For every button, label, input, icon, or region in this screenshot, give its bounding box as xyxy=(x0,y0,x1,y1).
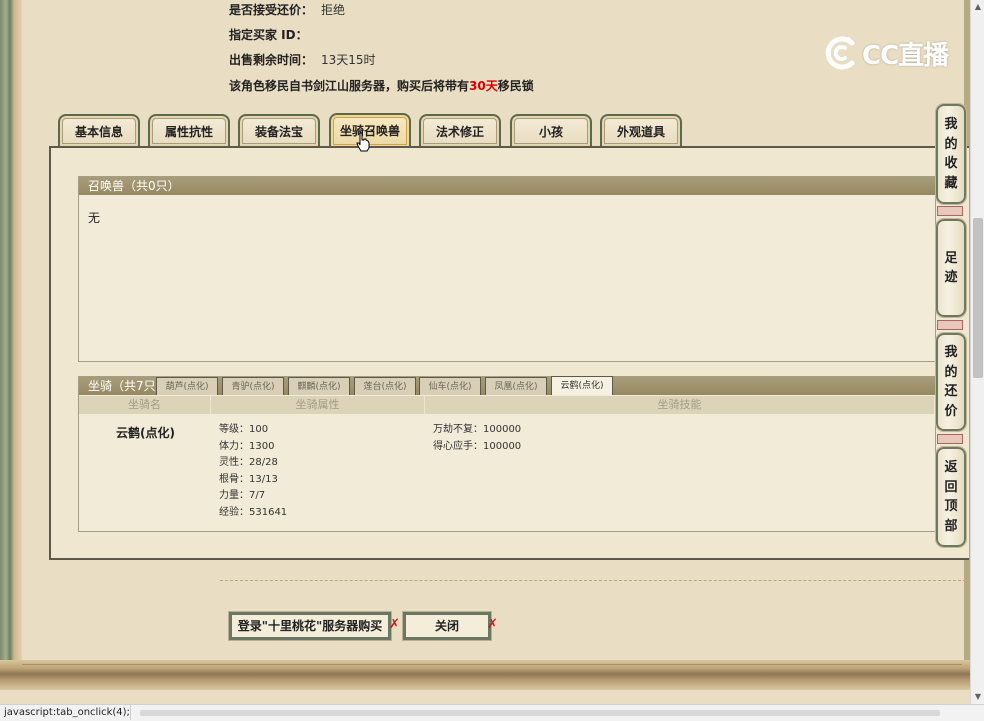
mount-tab-fenghuang[interactable]: 凤凰(点化) xyxy=(485,377,547,395)
tab-appearance-items[interactable]: 外观道具 xyxy=(600,114,682,146)
tab-equipment[interactable]: 装备法宝 xyxy=(238,114,320,146)
close-button-x-icon: ✗ xyxy=(487,617,498,632)
logo-text: CC直播 xyxy=(862,40,949,71)
side-nav-connector xyxy=(937,206,963,216)
migration-prefix: 该角色移民自书剑江山服务器，购买后将带有 xyxy=(229,79,470,93)
buy-button-x-icon: ✗ xyxy=(389,617,400,632)
summon-section: 召唤兽（共0只） xyxy=(78,176,936,362)
accept-counter-row: 是否接受还价： 拒绝 xyxy=(229,2,345,18)
side-nav-favorites-char: 的 xyxy=(944,136,958,152)
horizontal-scrollbar[interactable] xyxy=(140,710,940,716)
mount-tab-yunhe[interactable]: 云鹤(点化) xyxy=(551,376,613,395)
tab-children[interactable]: 小孩 xyxy=(510,114,592,146)
divider xyxy=(220,580,966,581)
mount-skill-list: 万劫不复：100000 得心应手：100000 xyxy=(433,422,521,455)
accept-counter-label: 是否接受还价： xyxy=(229,3,314,17)
scroll-up-icon[interactable]: ▲ xyxy=(971,0,984,14)
buyer-id-row: 指定买家 ID： xyxy=(229,27,316,43)
window-frame-left xyxy=(0,0,22,690)
buyer-id-label: 指定买家 ID： xyxy=(229,28,308,42)
side-nav-favorites-char: 收 xyxy=(944,156,958,171)
mount-attr-level: 等级：100 xyxy=(219,424,269,435)
window-frame-bottom xyxy=(0,660,970,690)
mount-skill-1: 万劫不复：100000 xyxy=(433,424,522,435)
mount-skill-2: 得心应手：100000 xyxy=(433,440,522,452)
side-nav-top-char: 部 xyxy=(944,518,958,534)
scroll-thumb[interactable] xyxy=(973,218,983,378)
cc-logo-icon xyxy=(825,36,855,70)
side-nav-footprints-char: 足 xyxy=(944,250,958,266)
status-bar: javascript:tab_onclick(4); xyxy=(0,704,984,721)
col-mount-attributes: 坐骑属性 xyxy=(211,396,425,414)
side-nav-top-char: 返 xyxy=(944,460,958,475)
time-left-row: 出售剩余时间： 13天15时 xyxy=(229,52,376,68)
side-nav-back-to-top[interactable]: 返 回 顶 部 xyxy=(935,446,967,548)
migration-days: 30天 xyxy=(469,79,498,93)
tab-spell-correction[interactable]: 法术修正 xyxy=(419,114,501,146)
mount-header-bar: 坐骑（共7只） 葫芦(点化) 青驴(点化) 麒麟(点化) 莲台(点化) 仙车(点… xyxy=(79,376,935,395)
status-text: javascript:tab_onclick(4); xyxy=(0,705,131,720)
mount-attr-exp: 经验：531641 xyxy=(219,506,288,518)
side-nav-counteroffers-char: 的 xyxy=(944,364,958,380)
side-nav-counteroffers-char: 我 xyxy=(944,345,958,360)
mount-tab-liantai[interactable]: 莲台(点化) xyxy=(354,377,416,395)
mount-attribute-list: 等级：100 体力：1300 灵性：28/28 根骨：13/13 力量：7/7 … xyxy=(219,422,287,521)
side-nav-top-char: 回 xyxy=(944,479,958,495)
mount-attr-stamina: 体力：1300 xyxy=(219,440,275,452)
side-nav-connector xyxy=(937,434,963,444)
mount-attr-spirit: 灵性：28/28 xyxy=(219,457,278,468)
mount-tab-xianche[interactable]: 仙车(点化) xyxy=(419,377,481,395)
side-nav-favorites-char: 藏 xyxy=(944,175,958,191)
mount-attr-bone: 根骨：13/13 xyxy=(219,473,278,485)
login-buy-button[interactable]: 登录"十里桃花"服务器购买 xyxy=(228,611,392,641)
mount-name: 云鹤(点化) xyxy=(116,426,175,440)
side-nav-footprints[interactable]: 足 迹 xyxy=(935,218,967,318)
cc-live-logo: CC直播 xyxy=(822,34,952,72)
mount-attr-strength: 力量：7/7 xyxy=(219,490,266,501)
tab-mounts-summons[interactable]: 坐骑召唤兽 xyxy=(329,113,411,147)
migration-notice: 该角色移民自书剑江山服务器，购买后将带有30天移民锁 xyxy=(229,78,534,94)
side-nav-favorites-char: 我 xyxy=(944,117,958,132)
time-left-value: 13天15时 xyxy=(321,53,376,67)
tab-basic-info[interactable]: 基本信息 xyxy=(58,114,140,146)
side-nav-top-char: 顶 xyxy=(944,499,958,514)
side-nav-favorites[interactable]: 我 的 收 藏 xyxy=(935,103,967,205)
tab-attributes[interactable]: 属性抗性 xyxy=(148,114,230,146)
close-button[interactable]: 关闭 xyxy=(402,611,492,641)
col-mount-name: 坐骑名 xyxy=(79,396,211,414)
summon-empty-text: 无 xyxy=(88,211,101,225)
summon-title: 召唤兽（共0只） xyxy=(79,177,935,195)
hand-cursor-icon xyxy=(356,132,370,152)
col-mount-skills: 坐骑技能 xyxy=(425,396,935,414)
vertical-scrollbar[interactable]: ▲ ▼ xyxy=(970,0,984,704)
mount-tab-hulu[interactable]: 葫芦(点化) xyxy=(156,377,218,395)
side-nav-counteroffers-char: 价 xyxy=(944,403,958,419)
migration-suffix: 移民锁 xyxy=(497,79,534,93)
time-left-label: 出售剩余时间： xyxy=(229,53,314,67)
mount-tab-qilin[interactable]: 麒麟(点化) xyxy=(288,377,350,395)
side-nav-my-counteroffers[interactable]: 我 的 还 价 xyxy=(935,332,967,432)
side-nav-connector xyxy=(937,320,963,330)
scroll-down-icon[interactable]: ▼ xyxy=(971,690,984,704)
mount-tab-qinglv[interactable]: 青驴(点化) xyxy=(222,377,284,395)
side-nav-counteroffers-char: 还 xyxy=(944,384,958,399)
accept-counter-value: 拒绝 xyxy=(321,3,346,17)
side-nav-footprints-char: 迹 xyxy=(944,270,958,285)
